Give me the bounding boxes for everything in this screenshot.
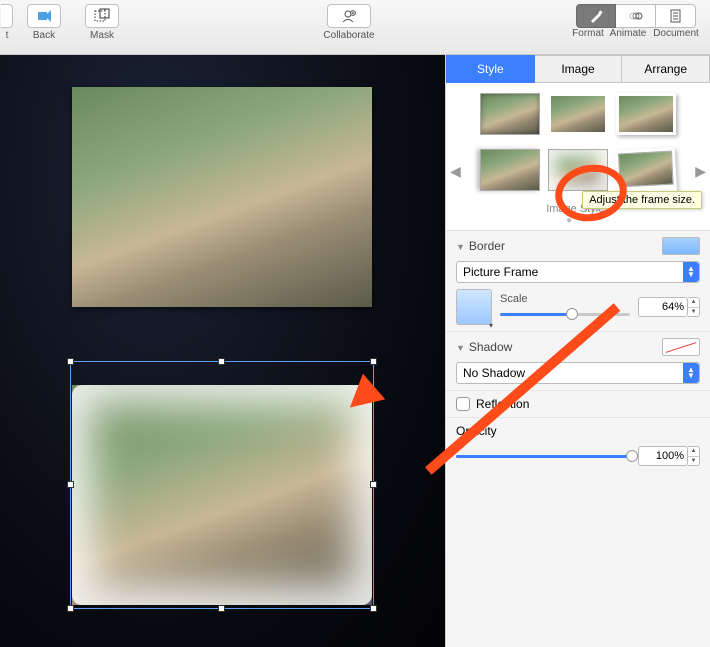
- opacity-slider[interactable]: [456, 449, 632, 463]
- mask-label: Mask: [90, 30, 114, 41]
- border-type-value: Picture Frame: [463, 265, 538, 279]
- document-tab[interactable]: [656, 4, 696, 28]
- scale-stepper[interactable]: ▲▼: [688, 297, 700, 317]
- document-tab-label: Document: [648, 28, 704, 39]
- back-button[interactable]: Back: [16, 4, 72, 42]
- canvas[interactable]: [0, 55, 445, 647]
- document-icon: [668, 8, 684, 24]
- collaborate-icon: [341, 8, 357, 24]
- collaborate-label: Collaborate: [323, 30, 374, 41]
- resize-handle-se[interactable]: [370, 605, 377, 612]
- border-disclosure[interactable]: ▼: [456, 242, 465, 252]
- resize-handle-sw[interactable]: [67, 605, 74, 612]
- frame-preview-swatch[interactable]: ▾: [456, 289, 492, 325]
- format-tab-label: Format: [568, 28, 608, 39]
- styles-prev[interactable]: ◀: [450, 163, 461, 180]
- opacity-stepper[interactable]: ▲▼: [688, 446, 700, 466]
- reflection-checkbox[interactable]: [456, 397, 470, 411]
- shadow-type-select[interactable]: No Shadow ▲▼: [456, 362, 700, 384]
- border-type-select[interactable]: Picture Frame ▲▼: [456, 261, 700, 283]
- resize-handle-e[interactable]: [370, 481, 377, 488]
- toolbar: t Back Mask Collaborate: [0, 0, 710, 55]
- panel-tab-image[interactable]: Image: [535, 55, 623, 83]
- mask-icon: [94, 8, 110, 24]
- style-thumb-4[interactable]: [480, 149, 540, 191]
- stepper-down-icon: ▼: [688, 457, 699, 466]
- reflection-section: Reflection: [446, 391, 710, 418]
- back-icon: [36, 8, 52, 24]
- scale-slider[interactable]: [500, 307, 630, 321]
- shadow-type-value: No Shadow: [463, 366, 525, 380]
- opacity-section: Opacity 100% ▲▼: [446, 418, 710, 472]
- resize-handle-nw[interactable]: [67, 358, 74, 365]
- style-thumb-5[interactable]: [548, 149, 608, 191]
- format-tab[interactable]: [576, 4, 616, 28]
- shadow-color-swatch[interactable]: [662, 338, 700, 356]
- style-thumb-3[interactable]: [616, 93, 676, 135]
- resize-handle-s[interactable]: [218, 605, 225, 612]
- styles-next[interactable]: ▶: [695, 163, 706, 180]
- opacity-label: Opacity: [456, 424, 700, 438]
- resize-handle-w[interactable]: [67, 481, 74, 488]
- toolbar-truncated-button[interactable]: t: [0, 4, 14, 42]
- scale-label: Scale: [500, 293, 630, 305]
- border-color-swatch[interactable]: [662, 237, 700, 255]
- format-icon: [588, 8, 604, 24]
- scale-value-input[interactable]: 64%: [638, 297, 688, 317]
- collaborate-button[interactable]: Collaborate: [314, 4, 384, 41]
- resize-handle-ne[interactable]: [370, 358, 377, 365]
- panel-tab-arrange[interactable]: Arrange: [622, 55, 710, 83]
- style-thumb-1[interactable]: [480, 93, 540, 135]
- selection-box[interactable]: [70, 361, 374, 609]
- stepper-up-icon: ▲: [688, 298, 699, 308]
- scale-tooltip: Adjust the frame size.: [582, 191, 702, 209]
- border-section: ▼Border Picture Frame ▲▼ ▾ Scale 64%: [446, 231, 710, 332]
- back-label: Back: [33, 30, 55, 41]
- border-title: Border: [469, 239, 505, 253]
- select-caret-icon: ▲▼: [683, 262, 699, 282]
- animate-icon: [628, 8, 644, 24]
- shadow-title: Shadow: [469, 340, 512, 354]
- styles-page-dots[interactable]: ● ○: [454, 215, 702, 226]
- style-thumb-2[interactable]: [548, 93, 608, 135]
- shadow-section: ▼ Shadow No Shadow ▲▼: [446, 332, 710, 391]
- reflection-label: Reflection: [476, 397, 529, 411]
- panel-tab-style[interactable]: Style: [446, 55, 535, 83]
- inspector-panel: Style Image Arrange ◀ ▶ Image Styles ● ○…: [445, 55, 710, 647]
- animate-tab-label: Animate: [608, 28, 648, 39]
- canvas-image-1[interactable]: [72, 87, 372, 307]
- mask-button[interactable]: Mask: [74, 4, 130, 42]
- resize-handle-n[interactable]: [218, 358, 225, 365]
- chevron-down-icon: ▾: [489, 321, 493, 330]
- stepper-down-icon: ▼: [688, 308, 699, 317]
- shadow-disclosure[interactable]: ▼: [456, 343, 465, 353]
- animate-tab[interactable]: [616, 4, 656, 28]
- opacity-value-input[interactable]: 100%: [638, 446, 688, 466]
- stepper-up-icon: ▲: [688, 447, 699, 457]
- select-caret-icon: ▲▼: [683, 363, 699, 383]
